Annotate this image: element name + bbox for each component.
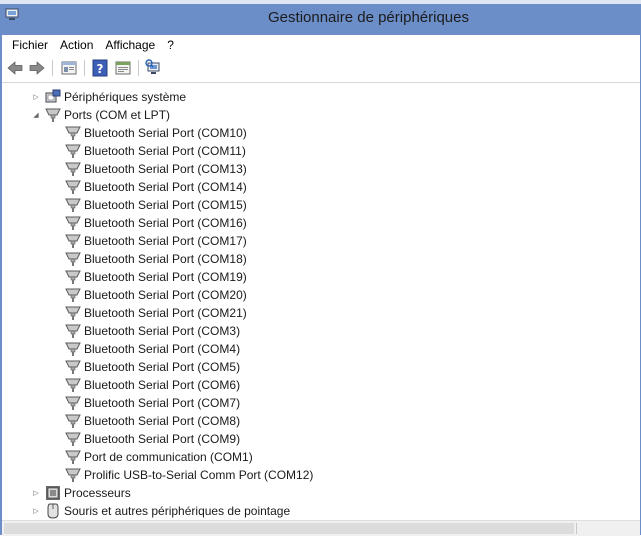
- title-bar[interactable]: Gestionnaire de périphériques: [0, 0, 641, 35]
- port-label: Bluetooth Serial Port (COM8): [84, 414, 241, 428]
- port-label: Bluetooth Serial Port (COM13): [84, 162, 247, 176]
- device-tree[interactable]: ▷ Périphériques système ◢ Ports (COM et …: [2, 88, 640, 520]
- serial-port-icon: [65, 432, 81, 446]
- port-list-item[interactable]: Bluetooth Serial Port (COM16): [61, 214, 247, 232]
- tree-node-label: Ports (COM et LPT): [64, 108, 171, 122]
- taskbar-strip: [0, 0, 641, 4]
- svg-text:?: ?: [97, 62, 104, 76]
- port-list-item[interactable]: Bluetooth Serial Port (COM21): [61, 304, 247, 322]
- toolbar-separator: [52, 60, 53, 76]
- properties-icon[interactable]: [114, 59, 132, 77]
- tree-node-ports[interactable]: ◢ Ports (COM et LPT): [31, 106, 170, 124]
- toolbar-separator: [84, 60, 85, 76]
- horizontal-scrollbar[interactable]: [2, 520, 640, 536]
- port-list-item[interactable]: Bluetooth Serial Port (COM18): [61, 250, 247, 268]
- serial-port-icon: [65, 234, 81, 248]
- system-devices-icon: [45, 89, 61, 103]
- expand-arrow-icon[interactable]: ▷: [31, 88, 41, 106]
- port-label: Bluetooth Serial Port (COM19): [84, 270, 247, 284]
- help-icon[interactable]: ?: [91, 59, 109, 77]
- tree-node-mice[interactable]: ▷ Souris et autres périphériques de poin…: [31, 502, 290, 520]
- toolbar-separator: [138, 60, 139, 76]
- port-list-item[interactable]: Prolific USB-to-Serial Comm Port (COM12): [61, 466, 313, 484]
- serial-port-icon: [65, 198, 81, 212]
- serial-port-icon: [65, 450, 81, 464]
- serial-port-icon: [65, 396, 81, 410]
- serial-port-icon: [65, 180, 81, 194]
- port-list-item[interactable]: Bluetooth Serial Port (COM7): [61, 394, 240, 412]
- serial-port-icon: [65, 126, 81, 140]
- serial-port-icon: [65, 270, 81, 284]
- tree-node-label: Souris et autres périphériques de pointa…: [64, 504, 291, 518]
- port-label: Bluetooth Serial Port (COM18): [84, 252, 247, 266]
- window-title: Gestionnaire de périphériques: [268, 9, 469, 26]
- port-list-item[interactable]: Bluetooth Serial Port (COM6): [61, 376, 240, 394]
- show-hide-console-tree-icon[interactable]: [60, 59, 78, 77]
- serial-port-icon: [65, 288, 81, 302]
- serial-port-icon: [65, 144, 81, 158]
- port-list-item[interactable]: Bluetooth Serial Port (COM10): [61, 124, 247, 142]
- port-list-item[interactable]: Bluetooth Serial Port (COM15): [61, 196, 247, 214]
- port-list-item[interactable]: Bluetooth Serial Port (COM8): [61, 412, 240, 430]
- port-list-item[interactable]: Port de communication (COM1): [61, 448, 253, 466]
- serial-port-icon: [65, 324, 81, 338]
- port-label: Bluetooth Serial Port (COM11): [84, 144, 246, 158]
- port-label: Bluetooth Serial Port (COM14): [84, 180, 247, 194]
- expand-arrow-icon[interactable]: ▷: [31, 484, 41, 502]
- scrollbar-thumb[interactable]: [4, 523, 574, 534]
- serial-port-icon: [65, 342, 81, 356]
- scrollbar-divider: [576, 523, 577, 534]
- serial-port-icon: [65, 162, 81, 176]
- port-list-item[interactable]: Bluetooth Serial Port (COM20): [61, 286, 247, 304]
- serial-port-icon: [65, 360, 81, 374]
- port-label: Bluetooth Serial Port (COM16): [84, 216, 247, 230]
- tree-node-system-devices[interactable]: ▷ Périphériques système: [31, 88, 186, 106]
- serial-port-icon: [65, 216, 81, 230]
- port-label: Bluetooth Serial Port (COM4): [84, 342, 241, 356]
- port-list-item[interactable]: Bluetooth Serial Port (COM14): [61, 178, 247, 196]
- menu-help[interactable]: ?: [161, 35, 180, 55]
- toolbar: ?: [2, 55, 640, 83]
- expand-arrow-icon[interactable]: ▷: [31, 502, 41, 520]
- port-label: Bluetooth Serial Port (COM5): [84, 360, 241, 374]
- menu-bar: Fichier Action Affichage ?: [2, 35, 640, 55]
- collapse-arrow-icon[interactable]: ◢: [31, 106, 41, 124]
- serial-port-icon: [45, 108, 61, 122]
- port-label: Bluetooth Serial Port (COM6): [84, 378, 241, 392]
- port-list-item[interactable]: Bluetooth Serial Port (COM4): [61, 340, 240, 358]
- port-list-item[interactable]: Bluetooth Serial Port (COM13): [61, 160, 247, 178]
- port-list-item[interactable]: Bluetooth Serial Port (COM3): [61, 322, 240, 340]
- port-label: Bluetooth Serial Port (COM15): [84, 198, 247, 212]
- mouse-icon: [47, 503, 59, 519]
- port-label: Bluetooth Serial Port (COM21): [84, 306, 247, 320]
- port-list-item[interactable]: Bluetooth Serial Port (COM19): [61, 268, 247, 286]
- forward-arrow-icon[interactable]: [28, 59, 46, 77]
- serial-port-icon: [65, 468, 81, 482]
- tree-node-label: Processeurs: [64, 486, 131, 500]
- port-label: Bluetooth Serial Port (COM9): [84, 432, 241, 446]
- serial-port-icon: [65, 252, 81, 266]
- menu-affichage[interactable]: Affichage: [99, 35, 161, 55]
- serial-port-icon: [65, 414, 81, 428]
- port-list-item[interactable]: Bluetooth Serial Port (COM5): [61, 358, 240, 376]
- serial-port-icon: [65, 306, 81, 320]
- port-list-item[interactable]: Bluetooth Serial Port (COM17): [61, 232, 247, 250]
- menu-fichier[interactable]: Fichier: [6, 35, 54, 55]
- back-arrow-icon[interactable]: [6, 59, 24, 77]
- port-label: Bluetooth Serial Port (COM10): [84, 126, 247, 140]
- processor-icon: [46, 486, 60, 500]
- tree-node-processors[interactable]: ▷ Processeurs: [31, 484, 131, 502]
- port-list-item[interactable]: Bluetooth Serial Port (COM11): [61, 142, 246, 160]
- port-label: Bluetooth Serial Port (COM7): [84, 396, 241, 410]
- port-label: Prolific USB-to-Serial Comm Port (COM12): [84, 468, 314, 482]
- scan-hardware-changes-icon[interactable]: [145, 59, 163, 77]
- port-label: Bluetooth Serial Port (COM20): [84, 288, 247, 302]
- port-label: Bluetooth Serial Port (COM17): [84, 234, 247, 248]
- port-list-item[interactable]: Bluetooth Serial Port (COM9): [61, 430, 240, 448]
- tree-node-label: Périphériques système: [64, 90, 187, 104]
- port-label: Port de communication (COM1): [84, 450, 253, 464]
- serial-port-icon: [65, 378, 81, 392]
- port-label: Bluetooth Serial Port (COM3): [84, 324, 241, 338]
- menu-action[interactable]: Action: [54, 35, 99, 55]
